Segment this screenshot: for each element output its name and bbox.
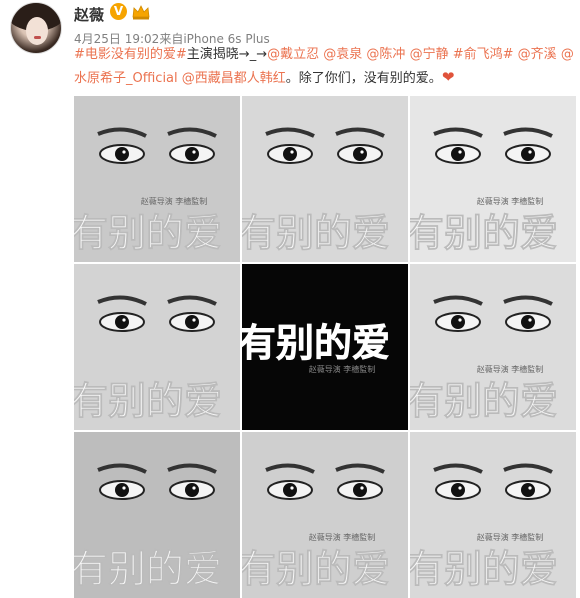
poster-image[interactable]: 赵薇导演 李檣監制有别的爱 xyxy=(410,96,576,262)
poster-image[interactable]: 有别的爱 xyxy=(242,96,408,262)
svg-text:有别的爱: 有别的爱 xyxy=(74,546,222,591)
avatar-lips xyxy=(34,36,41,39)
mention-link[interactable]: #电影没有别的爱# xyxy=(74,47,187,62)
mention-link[interactable]: @戴立忍 xyxy=(267,47,319,62)
mention-link[interactable]: @袁泉 xyxy=(323,47,362,62)
svg-text:赵薇导演 李檣監制: 赵薇导演 李檣監制 xyxy=(477,532,544,542)
mention-link[interactable]: @齐溪 xyxy=(518,47,557,62)
post-text: #电影没有别的爱#主演揭晓→_→@戴立忍 @袁泉 @陈冲 @宁静 #俞飞鸿# @… xyxy=(74,44,574,90)
avatar-face xyxy=(26,17,48,45)
svg-text:赵薇导演 李檣監制: 赵薇导演 李檣監制 xyxy=(141,196,208,206)
avatar[interactable] xyxy=(10,2,62,54)
svg-text:赵薇导演 李檣監制: 赵薇导演 李檣監制 xyxy=(309,532,376,542)
svg-text:有别的爱: 有别的爱 xyxy=(242,546,390,591)
mention-link[interactable]: @宁静 xyxy=(410,47,449,62)
username[interactable]: 赵薇 xyxy=(74,4,104,25)
svg-text:赵薇导演 李檣監制: 赵薇导演 李檣監制 xyxy=(309,364,376,374)
mention-link[interactable]: #俞飞鸿# xyxy=(453,47,514,62)
svg-text:有别的爱: 有别的爱 xyxy=(74,210,222,255)
heart-icon: ❤ xyxy=(441,68,455,86)
svg-text:有别的爱: 有别的爱 xyxy=(410,210,558,255)
poster-image[interactable]: 赵薇导演 李檣監制有别的爱 xyxy=(410,264,576,430)
svg-text:赵薇导演 李檣監制: 赵薇导演 李檣監制 xyxy=(477,364,544,374)
poster-image[interactable]: 赵薇导演 李檣監制有别的爱 xyxy=(242,432,408,598)
svg-text:有别的爱: 有别的爱 xyxy=(242,320,390,365)
mention-link[interactable]: @陈冲 xyxy=(366,47,405,62)
poster-image[interactable]: 赵薇导演 李檣監制有别的爱 xyxy=(410,432,576,598)
post-text-fragment: 主演揭晓→_→ xyxy=(186,47,268,62)
verified-badge-icon[interactable]: V xyxy=(110,3,127,20)
poster-image[interactable]: 有别的爱 xyxy=(74,264,240,430)
post-text-fragment: 。除了你们，没有别的爱。 xyxy=(285,71,442,86)
svg-text:有别的爱: 有别的爱 xyxy=(74,378,222,423)
vip-crown-icon[interactable] xyxy=(131,4,151,20)
poster-image[interactable]: 赵薇导演 李檣監制有别的爱 xyxy=(74,96,240,262)
mention-link[interactable]: @西藏昌都人韩红 xyxy=(182,71,286,86)
svg-text:有别的爱: 有别的爱 xyxy=(410,378,558,423)
poster-image[interactable]: 有别的爱 xyxy=(74,432,240,598)
poster-grid: 赵薇导演 李檣監制 有别的爱 有别的爱 赵薇导演 李檣監制 有别的爱 有别的爱 赵薇导演 李… xyxy=(74,96,578,598)
svg-text:有别的爱: 有别的爱 xyxy=(410,546,558,591)
svg-text:有别的爱: 有别的爱 xyxy=(242,210,390,255)
poster-image[interactable]: 赵薇导演 李檣監制 有别的爱 xyxy=(242,264,408,430)
svg-text:赵薇导演 李檣監制: 赵薇导演 李檣監制 xyxy=(477,196,544,206)
